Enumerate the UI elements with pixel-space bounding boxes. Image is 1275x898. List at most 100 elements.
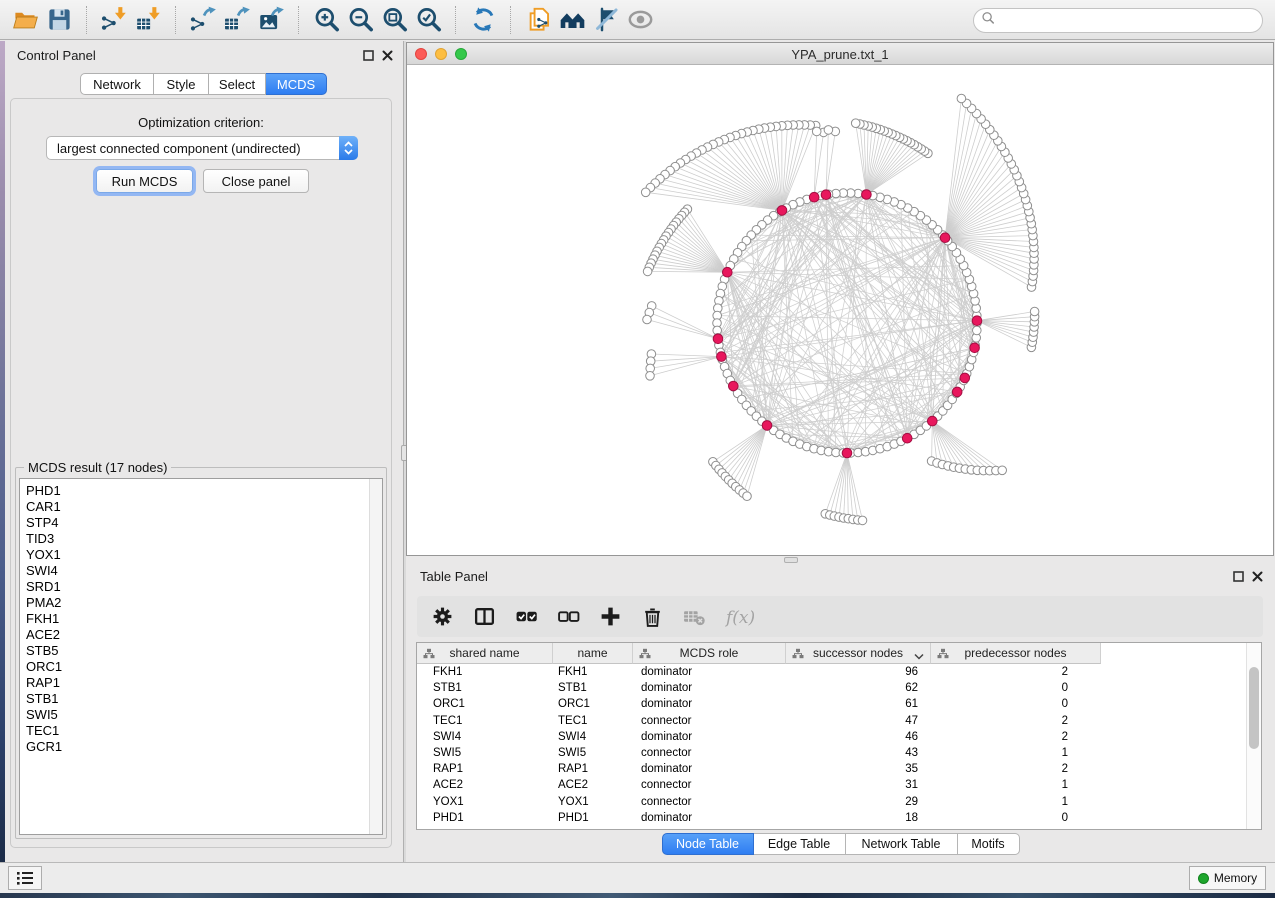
- show-hidden-icon[interactable]: [623, 4, 657, 36]
- import-network-icon[interactable]: [97, 4, 131, 36]
- table-scrollbar[interactable]: [1246, 643, 1261, 829]
- column-header-name[interactable]: name: [553, 643, 633, 664]
- close-table-panel-icon[interactable]: [1252, 569, 1263, 587]
- close-panel-icon[interactable]: [382, 48, 393, 66]
- open-session-icon[interactable]: [8, 4, 42, 36]
- desktop-wallpaper-strip: [0, 893, 1275, 898]
- table-cell: dominator: [633, 698, 786, 710]
- float-panel-icon[interactable]: [363, 48, 374, 66]
- table-cell: SWI4: [417, 731, 553, 743]
- column-header-MCDS-role[interactable]: MCDS role: [633, 643, 786, 664]
- mcds-result-item[interactable]: STB1: [20, 691, 382, 707]
- status-bar: Memory: [0, 862, 1275, 893]
- mcds-result-group: MCDS result (17 nodes) PHD1CAR1STP4TID3Y…: [15, 467, 387, 839]
- mcds-result-item[interactable]: TID3: [20, 531, 382, 547]
- search-field[interactable]: [973, 8, 1263, 33]
- mcds-result-item[interactable]: STP4: [20, 515, 382, 531]
- control-panel: Control Panel NetworkStyleSelectMCDS Opt…: [5, 41, 403, 862]
- mcds-result-item[interactable]: RAP1: [20, 675, 382, 691]
- table-row[interactable]: FKH1FKH1dominator962: [417, 664, 1247, 680]
- mcds-result-item[interactable]: SRD1: [20, 579, 382, 595]
- table-scrollbar-thumb[interactable]: [1249, 667, 1259, 749]
- tab-mcds[interactable]: MCDS: [266, 73, 327, 95]
- deselect-all-icon[interactable]: [555, 604, 581, 630]
- mcds-result-item[interactable]: STB5: [20, 643, 382, 659]
- mcds-result-item[interactable]: PHD1: [20, 483, 382, 499]
- network-graph-canvas[interactable]: [407, 65, 1273, 555]
- memory-button[interactable]: Memory: [1189, 866, 1266, 890]
- search-input[interactable]: [995, 11, 1262, 31]
- table-row[interactable]: PHD1PHD1dominator180: [417, 810, 1247, 826]
- delete-column-icon[interactable]: [639, 604, 665, 630]
- mcds-result-item[interactable]: SWI4: [20, 563, 382, 579]
- table-row[interactable]: YOX1YOX1connector291: [417, 794, 1247, 810]
- save-session-icon[interactable]: [42, 4, 76, 36]
- mcds-result-list[interactable]: PHD1CAR1STP4TID3YOX1SWI4SRD1PMA2FKH1ACE2…: [19, 478, 383, 835]
- close-panel-button[interactable]: Close panel: [203, 169, 309, 193]
- export-network-icon[interactable]: [186, 4, 220, 36]
- refresh-layout-icon[interactable]: [466, 4, 500, 36]
- mcds-result-items: PHD1CAR1STP4TID3YOX1SWI4SRD1PMA2FKH1ACE2…: [20, 483, 382, 755]
- mcds-result-item[interactable]: GCR1: [20, 739, 382, 755]
- mcds-result-item[interactable]: CAR1: [20, 499, 382, 515]
- svg-text:f(x): f(x): [724, 608, 755, 628]
- add-column-icon[interactable]: [597, 604, 623, 630]
- table-row[interactable]: STB1STB1dominator620: [417, 680, 1247, 696]
- hide-selected-icon[interactable]: [589, 4, 623, 36]
- select-all-icon[interactable]: [513, 604, 539, 630]
- split-panel-icon[interactable]: [471, 604, 497, 630]
- tab-motifs[interactable]: Motifs: [958, 833, 1020, 855]
- table-row[interactable]: SWI5SWI5connector431: [417, 745, 1247, 761]
- table-cell: ACE2: [553, 779, 633, 791]
- column-header-predecessor-nodes[interactable]: predecessor nodes: [931, 643, 1101, 664]
- table-row[interactable]: RAP1RAP1dominator352: [417, 761, 1247, 777]
- table-row[interactable]: ACE2ACE2connector311: [417, 777, 1247, 793]
- table-row[interactable]: SWI4SWI4dominator462: [417, 729, 1247, 745]
- column-header-successor-nodes[interactable]: successor nodes: [786, 643, 931, 664]
- shared-column-icon: [937, 648, 949, 662]
- tab-node-table[interactable]: Node Table: [662, 833, 754, 855]
- column-header-shared-name[interactable]: shared name: [417, 643, 553, 664]
- zoom-selected-icon[interactable]: [411, 4, 445, 36]
- tab-network-table[interactable]: Network Table: [846, 833, 958, 855]
- delete-table-icon: [681, 604, 707, 630]
- first-neighbors-icon[interactable]: [555, 4, 589, 36]
- float-table-panel-icon[interactable]: [1233, 569, 1244, 587]
- table-cell: SWI5: [417, 747, 553, 759]
- tab-network[interactable]: Network: [80, 73, 154, 95]
- memory-status-icon: [1198, 873, 1209, 884]
- table-cell: ORC1: [417, 698, 553, 710]
- panel-menu-button[interactable]: [8, 866, 42, 890]
- table-row[interactable]: TEC1TEC1connector472: [417, 713, 1247, 729]
- mcds-result-item[interactable]: SWI5: [20, 707, 382, 723]
- table-settings-icon[interactable]: [429, 604, 455, 630]
- table-cell: 46: [786, 731, 931, 743]
- export-image-icon[interactable]: [254, 4, 288, 36]
- zoom-fit-icon[interactable]: [377, 4, 411, 36]
- sort-desc-icon[interactable]: [914, 650, 924, 664]
- table-cell: 43: [786, 747, 931, 759]
- mcds-result-item[interactable]: PMA2: [20, 595, 382, 611]
- mcds-result-item[interactable]: ORC1: [20, 659, 382, 675]
- mcds-result-item[interactable]: FKH1: [20, 611, 382, 627]
- import-table-icon[interactable]: [131, 4, 165, 36]
- tab-edge-table[interactable]: Edge Table: [754, 833, 846, 855]
- export-table-icon[interactable]: [220, 4, 254, 36]
- tab-style[interactable]: Style: [154, 73, 209, 95]
- table-cell: 18: [786, 812, 931, 824]
- criterion-dropdown[interactable]: largest connected component (undirected): [46, 136, 358, 160]
- table-cell: ACE2: [417, 779, 553, 791]
- run-mcds-button[interactable]: Run MCDS: [96, 169, 193, 193]
- tab-select[interactable]: Select: [209, 73, 266, 95]
- mcds-result-title: MCDS result (17 nodes): [24, 460, 171, 475]
- table-row[interactable]: ORC1ORC1dominator610: [417, 696, 1247, 712]
- export-document-icon[interactable]: [521, 4, 555, 36]
- mcds-result-item[interactable]: YOX1: [20, 547, 382, 563]
- mcds-result-item[interactable]: ACE2: [20, 627, 382, 643]
- mcds-result-item[interactable]: TEC1: [20, 723, 382, 739]
- table-cell: 96: [786, 666, 931, 678]
- zoom-in-icon[interactable]: [309, 4, 343, 36]
- table-cell: connector: [633, 796, 786, 808]
- mcds-list-scrollbar[interactable]: [369, 479, 382, 834]
- zoom-out-icon[interactable]: [343, 4, 377, 36]
